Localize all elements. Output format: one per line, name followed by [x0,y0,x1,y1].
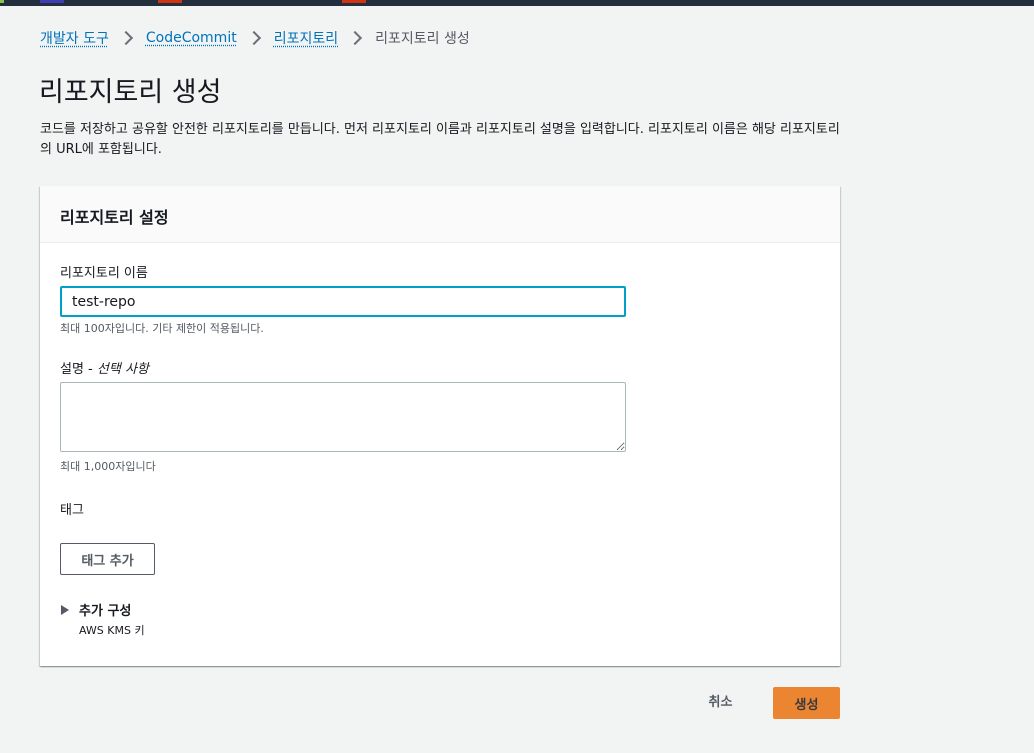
breadcrumb-codecommit[interactable]: CodeCommit [146,30,237,46]
repository-name-label: 리포지토리 이름 [60,266,148,281]
nav-strip-mark-red-2 [342,0,366,3]
description-label-text: 설명 - [60,362,93,377]
additional-configuration-expander[interactable]: 추가 구성 [61,600,131,619]
nav-strip-mark-red-1 [158,0,182,3]
breadcrumb-current: 리포지토리 생성 [375,31,470,47]
description-textarea[interactable] [60,382,626,452]
nav-strip-mark-blue [40,0,64,3]
description-hint: 최대 1,000자입니다 [60,460,156,473]
caret-right-icon [61,604,69,615]
nav-strip-mark-green [0,0,4,3]
chevron-right-icon [348,30,363,46]
chevron-right-icon [246,30,261,46]
top-navigation-strip [0,0,1034,6]
page-description: 코드를 저장하고 공유할 안전한 리포지토리를 만듭니다. 먼저 리포지토리 이… [40,122,840,157]
repository-name-hint: 최대 100자입니다. 기타 제한이 적용됩니다. [60,322,264,335]
additional-configuration-subtitle: AWS KMS 키 [79,624,145,637]
tags-label: 태그 [60,503,84,518]
panel-header: 리포지토리 설정 [40,186,840,243]
breadcrumb: 개발자 도구 CodeCommit 리포지토리 리포지토리 생성 [40,28,470,48]
description-label: 설명 - 선택 사항 [60,358,149,377]
chevron-right-icon [118,30,133,46]
add-tag-button[interactable]: 태그 추가 [60,543,155,575]
panel-title: 리포지토리 설정 [60,208,169,227]
create-button[interactable]: 생성 [773,687,840,719]
repository-name-input[interactable] [60,286,626,317]
breadcrumb-developer-tools[interactable]: 개발자 도구 [40,28,109,48]
breadcrumb-repositories[interactable]: 리포지토리 [274,28,338,48]
additional-configuration-title: 추가 구성 [79,604,132,619]
page-title: 리포지토리 생성 [39,77,222,108]
cancel-button[interactable]: 취소 [693,687,748,719]
repository-settings-panel: 리포지토리 설정 리포지토리 이름 최대 100자입니다. 기타 제한이 적용됩… [40,186,840,666]
description-optional-text: 선택 사항 [96,362,149,377]
